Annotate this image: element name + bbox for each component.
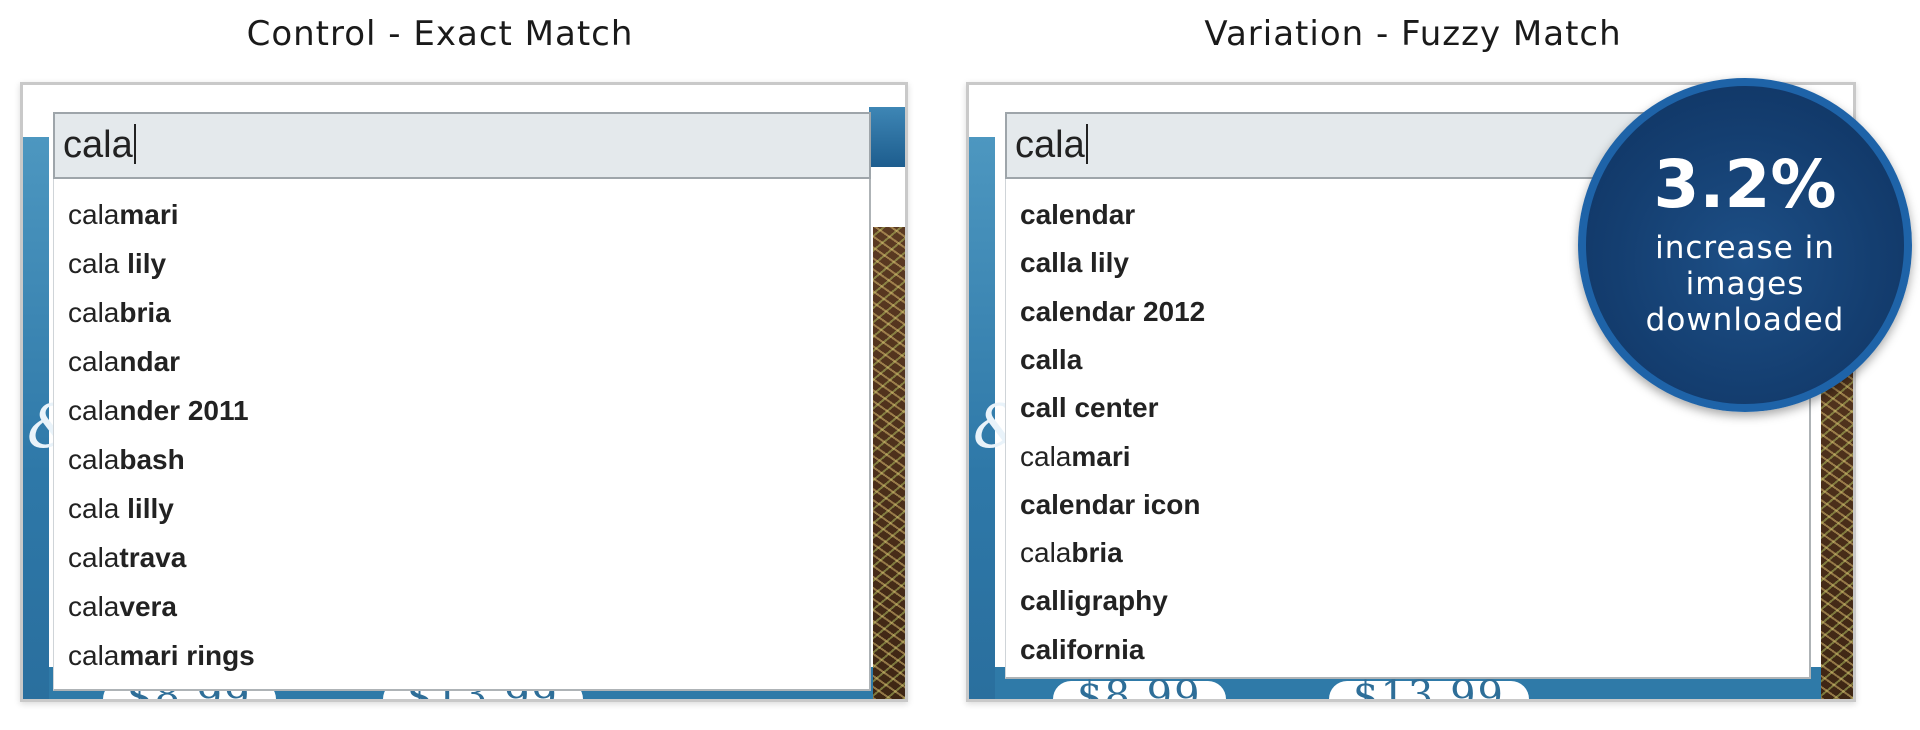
suggestion-typed-part: cala <box>68 297 120 328</box>
suggestion-item[interactable]: calabria <box>68 293 171 333</box>
suggestion-item[interactable]: calendar 2012 <box>1020 292 1205 332</box>
suggestion-item[interactable]: calamari <box>1020 437 1131 477</box>
suggestion-completion: calla <box>1020 343 1083 375</box>
suggestion-typed-part: cala <box>68 591 120 622</box>
suggestion-typed-part: cala <box>68 395 120 426</box>
suggestion-item[interactable]: calatrava <box>68 538 186 578</box>
suggestion-typed-part: cala <box>68 444 120 475</box>
suggestion-completion: bria <box>119 297 171 328</box>
suggestion-completion: calendar icon <box>1020 488 1201 520</box>
search-query: cala <box>63 124 133 166</box>
search-query: cala <box>1015 124 1085 166</box>
suggestion-item[interactable]: california <box>1020 630 1144 670</box>
suggestion-item[interactable]: calligraphy <box>1020 581 1168 621</box>
suggestion-completion: ndar <box>119 346 181 377</box>
suggestion-completion: mari <box>119 199 179 230</box>
suggestion-completion: trava <box>119 542 187 573</box>
suggestion-item[interactable]: cala lily <box>68 244 166 284</box>
suggestion-typed-part: cala <box>68 542 120 573</box>
suggestion-completion: bash <box>119 444 185 475</box>
suggestion-completion: calligraphy <box>1020 585 1168 617</box>
suggestion-item[interactable]: calendar <box>1020 195 1135 235</box>
background-price: $13.99 <box>1329 676 1529 699</box>
suggestion-completion: nder 2011 <box>119 395 249 426</box>
suggestion-item[interactable]: calavera <box>68 587 177 627</box>
suggestion-typed-part: cala <box>68 199 120 230</box>
suggestion-completion: calla lily <box>1020 247 1129 279</box>
suggestion-typed-part: cala <box>68 493 120 524</box>
text-caret <box>133 123 136 164</box>
control-screenshot: & $8.99 $13.99 cala calamaricala lilycal… <box>20 82 908 702</box>
suggestion-item[interactable]: calander 2011 <box>68 391 249 431</box>
badge-value: 3.2% <box>1653 146 1837 223</box>
suggestion-completion: mari rings <box>119 640 255 671</box>
suggestion-item[interactable]: calamari <box>68 195 179 235</box>
suggestion-typed-part: cala <box>68 346 120 377</box>
suggestion-completion: lily <box>119 248 167 279</box>
suggestion-completion: california <box>1020 633 1145 665</box>
suggestion-completion: vera <box>119 591 177 622</box>
result-badge: 3.2% increase in images downloaded <box>1578 78 1912 412</box>
text-caret <box>1085 123 1088 164</box>
autocomplete-dropdown: calamari cala lily calabria calandar calande… <box>53 179 871 691</box>
suggestion-completion: calendar <box>1020 199 1136 230</box>
suggestion-completion: lilly <box>119 493 174 524</box>
suggestion-item[interactable]: call center <box>1020 388 1159 428</box>
suggestion-typed-part: cala <box>68 248 120 279</box>
suggestion-completion: call center <box>1020 392 1159 424</box>
badge-text: increase in images downloaded <box>1645 230 1845 338</box>
suggestion-item[interactable]: calla lily <box>1020 243 1129 283</box>
suggestion-completion: bria <box>1071 537 1123 569</box>
suggestion-typed-part: cala <box>1020 440 1072 472</box>
suggestion-typed-part: cala <box>68 640 120 671</box>
suggestion-completion: calendar 2012 <box>1020 295 1206 327</box>
suggestion-completion: mari <box>1071 440 1131 472</box>
suggestion-item[interactable]: calabash <box>68 440 185 480</box>
variation-title: Variation - Fuzzy Match <box>1204 14 1622 54</box>
suggestion-item[interactable]: cala lilly <box>68 489 174 529</box>
suggestion-item[interactable]: calamari rings <box>68 636 255 676</box>
background-banner <box>869 107 905 167</box>
background-price: $8.99 <box>1053 676 1226 699</box>
suggestion-item[interactable]: calabria <box>1020 533 1123 573</box>
suggestion-typed-part: cala <box>1020 537 1072 569</box>
suggestion-item[interactable]: calendar icon <box>1020 485 1201 525</box>
background-artwork <box>873 227 905 699</box>
control-title: Control - Exact Match <box>246 14 634 54</box>
suggestion-item[interactable]: calandar <box>68 342 180 382</box>
suggestion-item[interactable]: calla <box>1020 340 1082 380</box>
search-input[interactable]: cala <box>53 112 871 179</box>
